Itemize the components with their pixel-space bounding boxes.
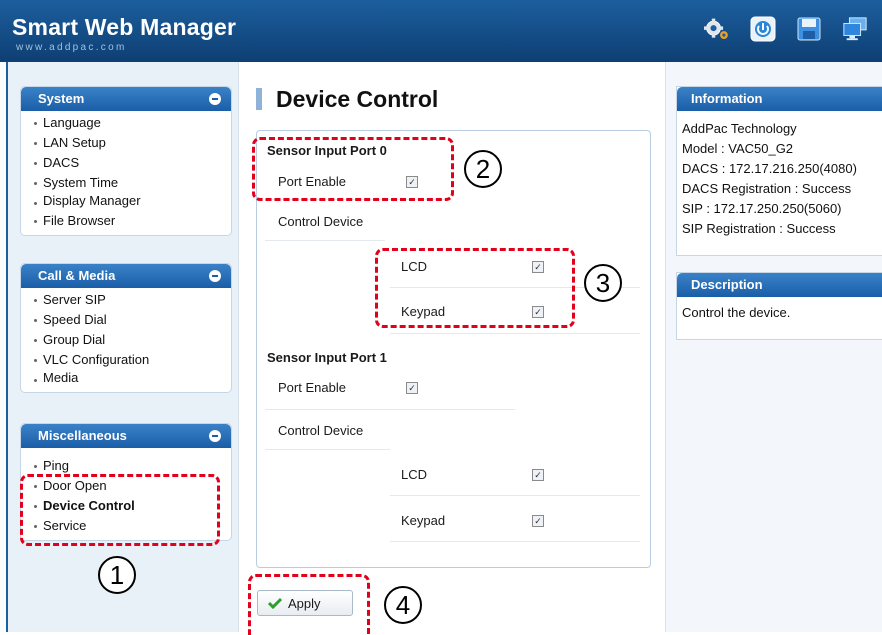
app-header: Smart Web Manager www.addpac.com: [0, 0, 882, 62]
info-line-model: Model : VAC50_G2: [682, 141, 794, 156]
system-menu: Language LAN Setup DACS System Time Disp…: [21, 111, 231, 235]
port1-enable-label: Port Enable: [278, 380, 346, 395]
divider: [265, 240, 385, 241]
sidebar-item-system-time[interactable]: System Time: [33, 173, 231, 193]
port1-lcd-label: LCD: [401, 467, 428, 482]
information-title: Information: [677, 87, 882, 111]
sidebar-item-ping[interactable]: Ping: [33, 456, 231, 476]
callout-box-2: [252, 137, 454, 201]
description-text: Control the device.: [682, 305, 791, 320]
port1-title: Sensor Input Port 1: [267, 350, 387, 365]
power-icon[interactable]: [750, 16, 776, 42]
port1-enable-checkbox[interactable]: ✓: [406, 382, 418, 394]
callout-box-3: [375, 248, 575, 328]
sidebar-item-media[interactable]: Media: [33, 370, 231, 388]
sidebar-item-display-manager[interactable]: Display Manager: [33, 193, 231, 211]
call-media-panel: Call & Media Server SIP Speed Dial Group…: [20, 263, 232, 393]
collapse-icon[interactable]: [209, 430, 221, 442]
save-icon[interactable]: [796, 16, 822, 42]
divider: [265, 449, 390, 450]
callout-number-2: 2: [464, 150, 502, 188]
callout-number-1: 1: [98, 556, 136, 594]
info-line-company: AddPac Technology: [682, 121, 797, 136]
divider: [390, 333, 640, 334]
sidebar-item-server-sip[interactable]: Server SIP: [33, 290, 231, 310]
divider: [265, 409, 515, 410]
call-media-menu: Server SIP Speed Dial Group Dial VLC Con…: [21, 288, 231, 392]
settings-icon[interactable]: [704, 16, 730, 42]
callout-box-4: [248, 574, 370, 635]
callout-number-3: 3: [584, 264, 622, 302]
misc-panel-title: Miscellaneous: [38, 428, 127, 443]
description-panel: Description Control the device.: [676, 272, 882, 340]
system-panel-title: System: [38, 91, 85, 106]
information-panel: Information AddPac Technology Model : VA…: [676, 86, 882, 256]
misc-panel-header[interactable]: Miscellaneous: [21, 424, 231, 448]
divider: [390, 495, 640, 496]
description-title: Description: [677, 273, 882, 297]
sidebar-item-dacs[interactable]: DACS: [33, 153, 231, 173]
sidebar-item-lan-setup[interactable]: LAN Setup: [33, 133, 231, 153]
system-panel-header[interactable]: System: [21, 87, 231, 111]
app-title: Smart Web Manager: [12, 14, 237, 40]
title-accent-bar: [256, 88, 262, 110]
info-line-dacs: DACS : 172.17.216.250(4080): [682, 161, 857, 176]
info-line-sip-registration: SIP Registration : Success: [682, 221, 836, 236]
call-media-panel-title: Call & Media: [38, 268, 116, 283]
collapse-icon[interactable]: [209, 270, 221, 282]
port1-keypad-label: Keypad: [401, 513, 446, 528]
info-line-dacs-registration: DACS Registration : Success: [682, 181, 852, 196]
sidebar-item-group-dial[interactable]: Group Dial: [33, 330, 231, 350]
port1-control-device-label: Control Device: [278, 423, 364, 438]
call-media-panel-header[interactable]: Call & Media: [21, 264, 231, 288]
port1-lcd-checkbox[interactable]: ✓: [532, 469, 544, 481]
info-line-sip: SIP : 172.17.250.250(5060): [682, 201, 842, 216]
sidebar-item-vlc-configuration[interactable]: VLC Configuration: [33, 350, 231, 370]
header-toolbar: [704, 16, 868, 42]
callout-box-1: [20, 474, 220, 546]
sidebar-item-speed-dial[interactable]: Speed Dial: [33, 310, 231, 330]
collapse-icon[interactable]: [209, 93, 221, 105]
port0-control-device-label: Control Device: [278, 214, 364, 229]
divider: [390, 541, 640, 542]
system-panel: System Language LAN Setup DACS System Ti…: [20, 86, 232, 236]
page-title: Device Control: [276, 86, 439, 112]
app-subtitle: www.addpac.com: [16, 42, 127, 53]
callout-number-4: 4: [384, 586, 422, 624]
port1-keypad-checkbox[interactable]: ✓: [532, 515, 544, 527]
sidebar-item-language[interactable]: Language: [33, 113, 231, 133]
monitor-icon[interactable]: [842, 16, 868, 42]
sidebar-item-file-browser[interactable]: File Browser: [33, 211, 231, 231]
